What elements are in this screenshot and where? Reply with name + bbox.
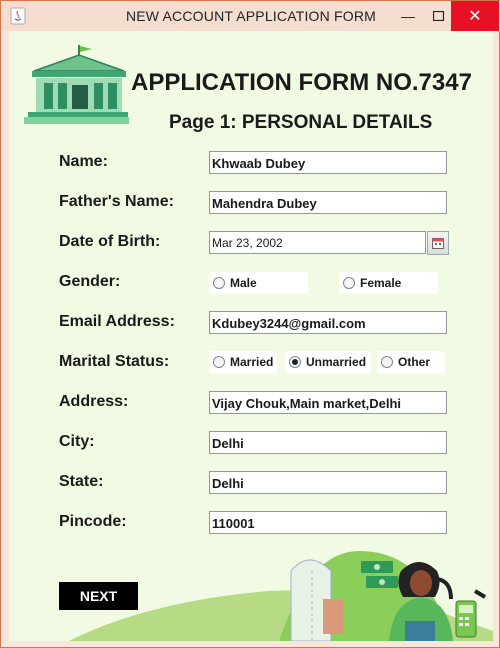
gender-female-radio[interactable]: Female xyxy=(339,272,438,294)
dob-field[interactable]: Mar 23, 2002 xyxy=(209,231,426,254)
marital-status-label: Marital Status: xyxy=(59,353,170,370)
cash-icon xyxy=(361,561,398,588)
fathers-name-label: Father's Name: xyxy=(59,193,174,210)
next-button[interactable]: NEXT xyxy=(59,582,138,610)
radio-button-icon xyxy=(381,356,393,368)
title-bar[interactable]: NEW ACCOUNT APPLICATION FORM — ✕ xyxy=(1,1,500,31)
gender-male-radio[interactable]: Male xyxy=(209,272,308,294)
close-icon: ✕ xyxy=(468,8,482,25)
state-field[interactable]: Delhi xyxy=(209,471,447,494)
pincode-label: Pincode: xyxy=(59,513,127,530)
green-hill xyxy=(279,551,449,641)
marital-other-label: Other xyxy=(398,355,431,369)
marital-married-label: Married xyxy=(230,355,274,369)
gender-male-label: Male xyxy=(230,276,257,290)
form-panel: APPLICATION FORM NO.7347 Page 1: PERSONA… xyxy=(9,31,493,641)
marital-married-radio[interactable]: Married xyxy=(209,351,277,373)
dob-label: Date of Birth: xyxy=(59,233,161,250)
radio-button-icon xyxy=(213,356,225,368)
fathers-name-field[interactable]: Mahendra Dubey xyxy=(209,191,447,214)
address-label: Address: xyxy=(59,393,129,410)
marital-other-radio[interactable]: Other xyxy=(377,351,445,373)
email-field[interactable]: Kdubey3244@gmail.com xyxy=(209,311,447,334)
gender-label: Gender: xyxy=(59,273,121,290)
city-label: City: xyxy=(59,433,95,450)
state-label: State: xyxy=(59,473,104,490)
marital-unmarried-radio[interactable]: Unmarried xyxy=(285,351,371,373)
maximize-button[interactable] xyxy=(423,1,453,31)
gender-female-label: Female xyxy=(360,276,402,290)
page-subtitle: Page 1: PERSONAL DETAILS xyxy=(169,112,433,133)
teller-person xyxy=(389,562,453,641)
maximize-icon xyxy=(432,11,444,21)
radio-button-icon xyxy=(213,277,225,289)
minimize-button[interactable]: — xyxy=(393,1,423,31)
radio-button-icon xyxy=(343,277,355,289)
radio-selected-icon xyxy=(289,356,301,368)
application-form-title: APPLICATION FORM NO.7347 xyxy=(131,69,472,96)
email-label: Email Address: xyxy=(59,313,175,330)
marital-unmarried-label: Unmarried xyxy=(306,355,367,369)
name-field[interactable]: Khwaab Dubey xyxy=(209,151,447,174)
city-field[interactable]: Delhi xyxy=(209,431,447,454)
pincode-field[interactable]: 110001 xyxy=(209,511,447,534)
calendar-button[interactable] xyxy=(427,231,449,255)
address-field[interactable]: Vijay Chouk,Main market,Delhi xyxy=(209,391,447,414)
minimize-icon: — xyxy=(401,8,415,24)
clipboard xyxy=(323,599,343,634)
application-window: NEW ACCOUNT APPLICATION FORM — ✕ APPLICA… xyxy=(0,0,500,648)
name-label: Name: xyxy=(59,153,108,170)
bank-building-icon xyxy=(24,45,129,124)
calendar-icon xyxy=(432,237,444,249)
close-button[interactable]: ✕ xyxy=(451,1,499,31)
card-machine-icon xyxy=(455,589,487,638)
